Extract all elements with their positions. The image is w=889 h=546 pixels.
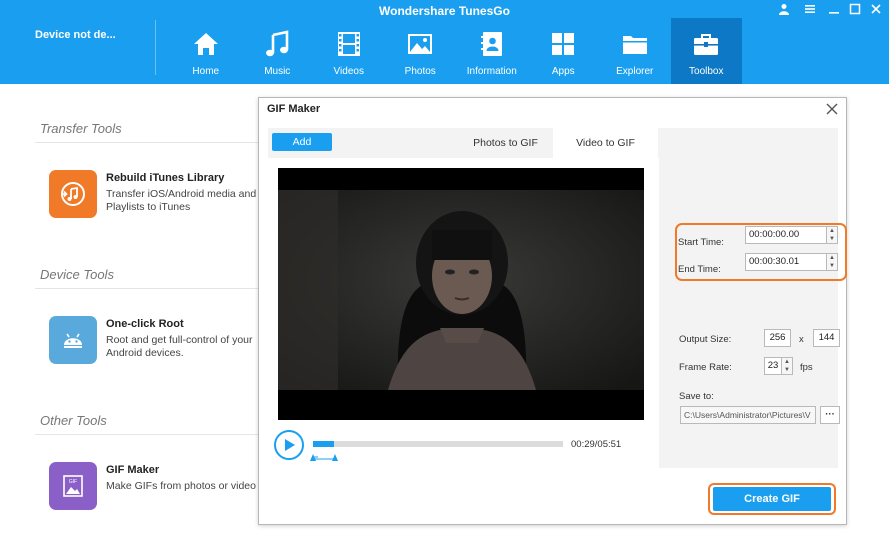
main-nav: Home Music Videos Photos Information App… [170,18,742,84]
gif-maker-dialog: GIF Maker Add Photos to GIF Video to GIF [258,97,847,525]
divider [155,20,156,75]
output-size-label: Output Size: [679,334,732,345]
nav-photos[interactable]: Photos [385,18,457,84]
frame-rate-field[interactable]: 23 [764,357,782,375]
toolbox-icon [694,34,719,55]
contacts-icon [480,32,502,56]
music-icon [266,30,289,57]
time-range-highlight [675,223,847,281]
nav-information[interactable]: Information [456,18,528,84]
tool-desc-line: Make GIFs from photos or video [106,480,256,492]
tool-name: One-click Root [106,318,184,330]
folder-icon [622,36,647,54]
home-icon [193,33,218,55]
play-button[interactable] [274,430,304,460]
trim-range-handles[interactable] [310,449,340,463]
nav-home-label: Home [192,66,220,77]
output-width-field[interactable]: 256 [764,329,791,347]
video-preview[interactable] [278,168,644,420]
nav-toolbox-label: Toolbox [689,66,724,77]
divider [35,142,260,143]
nav-videos-label: Videos [333,66,364,77]
tool-description: Root and get full-control of your Androi… [106,334,266,360]
tool-name: GIF Maker [106,464,160,476]
section-title-transfer: Transfer Tools [40,121,122,136]
nav-videos[interactable]: Videos [313,18,385,84]
app-title: Wondershare TunesGo [379,4,510,18]
progress-bar[interactable] [313,441,563,447]
tab-video-to-gif[interactable]: Video to GIF [553,128,658,158]
frame-rate-stepper[interactable]: ▲ ▼ [781,357,793,375]
nav-apps-label: Apps [551,66,575,77]
save-to-label: Save to: [679,391,714,402]
nav-explorer-label: Explorer [616,66,654,77]
create-gif-button[interactable]: Create GIF [713,487,831,511]
android-root-icon [49,316,97,364]
frame-rate-label: Frame Rate: [679,362,732,373]
output-height-field[interactable]: 144 [813,329,840,347]
tool-gif-maker[interactable]: GIF GIF Maker Make GIFs from photos or v… [49,462,264,517]
top-bar: Wondershare TunesGo Device not de... Hom… [0,0,889,84]
divider [35,434,260,435]
nav-photos-label: Photos [404,66,436,77]
play-icon [285,439,295,451]
device-status[interactable]: Device not de... [35,29,116,41]
gif-icon: GIF [49,462,97,510]
tool-one-click-root[interactable]: One-click Root Root and get full-control… [49,316,264,371]
film-icon [337,32,360,56]
tool-desc-line: Android devices. [106,347,184,359]
nav-explorer[interactable]: Explorer [599,18,671,84]
nav-music[interactable]: Music [242,18,314,84]
add-button[interactable]: Add [272,133,332,151]
nav-toolbox[interactable]: Toolbox [670,18,742,84]
apps-icon [552,33,575,55]
nav-music-label: Music [264,66,291,77]
section-title-other: Other Tools [40,413,107,428]
tab-photos-to-gif[interactable]: Photos to GIF [453,128,558,158]
fps-label: fps [800,362,813,373]
user-icon[interactable] [777,3,791,17]
menu-icon[interactable] [803,3,817,17]
section-title-device: Device Tools [40,267,114,282]
nav-home[interactable]: Home [170,18,242,84]
dialog-close-icon[interactable] [826,99,838,120]
minimize-icon[interactable] [827,3,841,17]
video-frame-image [278,168,644,420]
browse-button[interactable]: ··· [820,406,840,424]
save-path-field[interactable]: C:\Users\Administrator\Pictures\V [680,406,816,424]
divider [35,288,260,289]
tool-description: Make GIFs from photos or video [106,480,266,493]
maximize-icon[interactable] [848,3,862,17]
progress-fill [313,441,335,447]
tool-desc-line: Transfer iOS/Android media and [106,188,257,200]
tool-rebuild-itunes[interactable]: Rebuild iTunes Library Transfer iOS/Andr… [49,170,264,225]
itunes-rebuild-icon [49,170,97,218]
close-icon[interactable] [869,3,883,17]
tool-name: Rebuild iTunes Library [106,172,225,184]
dialog-title: GIF Maker [267,103,321,115]
size-separator: x [799,334,804,345]
photo-icon [408,34,433,54]
tool-desc-line: Playlists to iTunes [106,201,191,213]
svg-text:GIF: GIF [69,479,77,485]
tool-description: Transfer iOS/Android media and Playlists… [106,188,266,214]
nav-apps[interactable]: Apps [528,18,600,84]
nav-information-label: Information [466,66,517,77]
playback-time: 00:29/05:51 [571,439,622,450]
dialog-body: Add Photos to GIF Video to GIF 00:29/05:… [268,128,847,468]
tool-desc-line: Root and get full-control of your [106,334,253,346]
